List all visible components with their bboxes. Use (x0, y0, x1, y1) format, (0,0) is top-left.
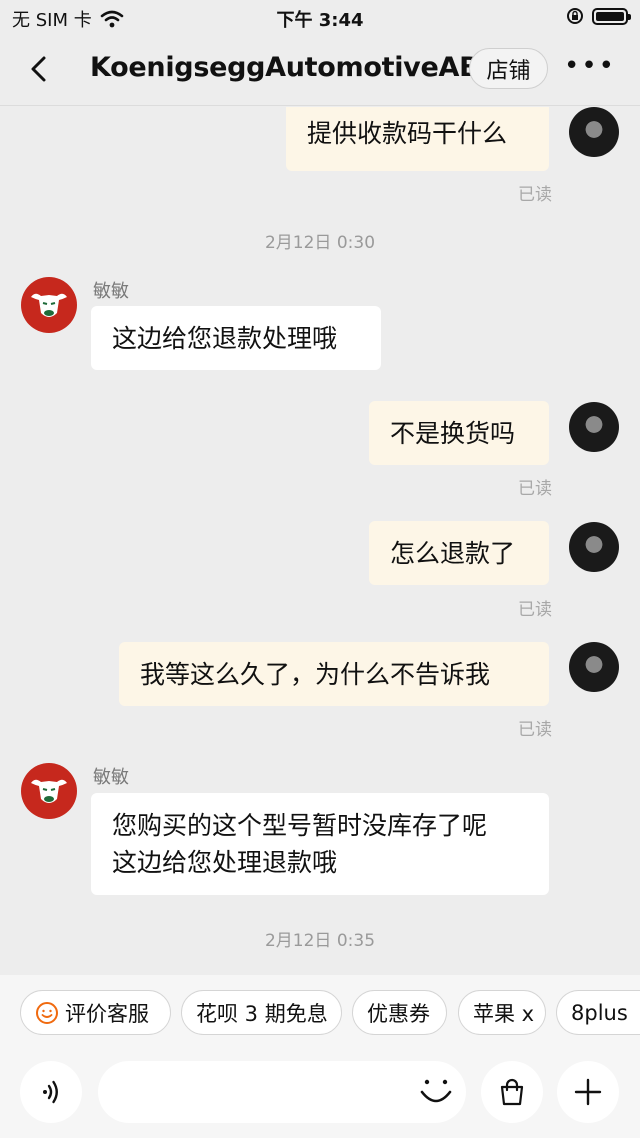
shop-avatar[interactable] (21, 277, 77, 333)
message-text: 这边给您退款处理哦 (112, 324, 338, 353)
message-text: 怎么退款了 (390, 539, 516, 568)
more-dots-icon[interactable]: ••• (564, 53, 616, 79)
sender-name: 敏敏 (93, 767, 129, 788)
chat-title: KoenigseggAutomotiveAB (90, 52, 480, 83)
quick-reply-rate-service[interactable]: 评价客服 (20, 990, 171, 1035)
status-right (566, 7, 631, 25)
my-message-bubble[interactable]: 我等这么久了，为什么不告诉我 (119, 642, 549, 706)
chip-label: 评价客服 (65, 1001, 149, 1026)
sender-name: 敏敏 (93, 281, 129, 302)
rotation-lock-icon (567, 8, 583, 24)
read-receipt: 已读 (518, 479, 552, 499)
smiley-badge-icon (36, 1001, 58, 1024)
battery-level (596, 11, 624, 21)
plus-icon (574, 1078, 602, 1106)
message-list[interactable]: 提供收款码干什么 已读 2月12日 0:30 敏敏 这边给您退款处理哦 不是换货… (0, 107, 640, 975)
voice-button[interactable] (20, 1061, 82, 1123)
my-avatar[interactable] (569, 107, 619, 157)
timestamp: 2月12日 0:30 (264, 233, 376, 253)
my-message-bubble[interactable]: 不是换货吗 (369, 401, 549, 465)
quick-reply-bar: 评价客服 花呗 3 期免息 优惠券 苹果 x 8plus (0, 975, 640, 1053)
shop-bag-button[interactable] (481, 1061, 543, 1123)
read-receipt: 已读 (518, 600, 552, 620)
voice-icon (43, 1080, 58, 1104)
my-avatar[interactable] (569, 402, 619, 452)
clock: 下午 3:44 (276, 10, 364, 31)
timestamp: 2月12日 0:35 (264, 931, 376, 951)
quick-reply-huabei[interactable]: 花呗 3 期免息 (181, 990, 342, 1035)
message-text: 不是换货吗 (390, 419, 516, 448)
my-message-bubble[interactable]: 怎么退款了 (369, 521, 549, 585)
shop-message-bubble[interactable]: 您购买的这个型号暂时没库存了呢 这边给您处理退款哦 (91, 793, 549, 895)
chip-label: 苹果 x (473, 1001, 535, 1026)
chip-label: 花呗 3 期免息 (196, 1001, 328, 1026)
read-receipt: 已读 (518, 185, 552, 205)
shop-message-bubble[interactable]: 这边给您退款处理哦 (91, 306, 381, 370)
my-avatar[interactable] (569, 642, 619, 692)
chat-header: KoenigseggAutomotiveAB 店铺 ••• (0, 34, 640, 106)
smile-icon[interactable] (418, 1072, 454, 1112)
message-text-line: 您购买的这个型号暂时没库存了呢 (112, 811, 488, 840)
shop-button[interactable]: 店铺 (469, 48, 548, 89)
chevron-left-icon[interactable] (24, 54, 54, 84)
message-text: 提供收款码干什么 (307, 119, 508, 148)
my-message-bubble[interactable]: 提供收款码干什么 (286, 107, 549, 171)
bull-logo-icon (31, 293, 67, 317)
my-avatar[interactable] (569, 522, 619, 572)
quick-reply-coupon[interactable]: 优惠券 (352, 990, 447, 1035)
read-receipt: 已读 (518, 720, 552, 740)
quick-reply-iphone-x[interactable]: 苹果 x (458, 990, 546, 1035)
chip-label: 优惠券 (367, 1001, 430, 1026)
shopping-bag-icon (500, 1078, 524, 1106)
battery-icon (592, 7, 631, 25)
message-input[interactable] (98, 1061, 466, 1123)
message-text: 我等这么久了，为什么不告诉我 (140, 660, 491, 689)
status-bar: 无 SIM 卡 下午 3:44 (0, 0, 640, 34)
bull-logo-icon (31, 779, 67, 803)
add-button[interactable] (557, 1061, 619, 1123)
input-bar (0, 1053, 640, 1138)
shop-avatar[interactable] (21, 763, 77, 819)
chip-label: 8plus (571, 1000, 628, 1025)
message-text-line: 这边给您处理退款哦 (112, 848, 338, 877)
quick-reply-8plus[interactable]: 8plus (556, 990, 640, 1035)
